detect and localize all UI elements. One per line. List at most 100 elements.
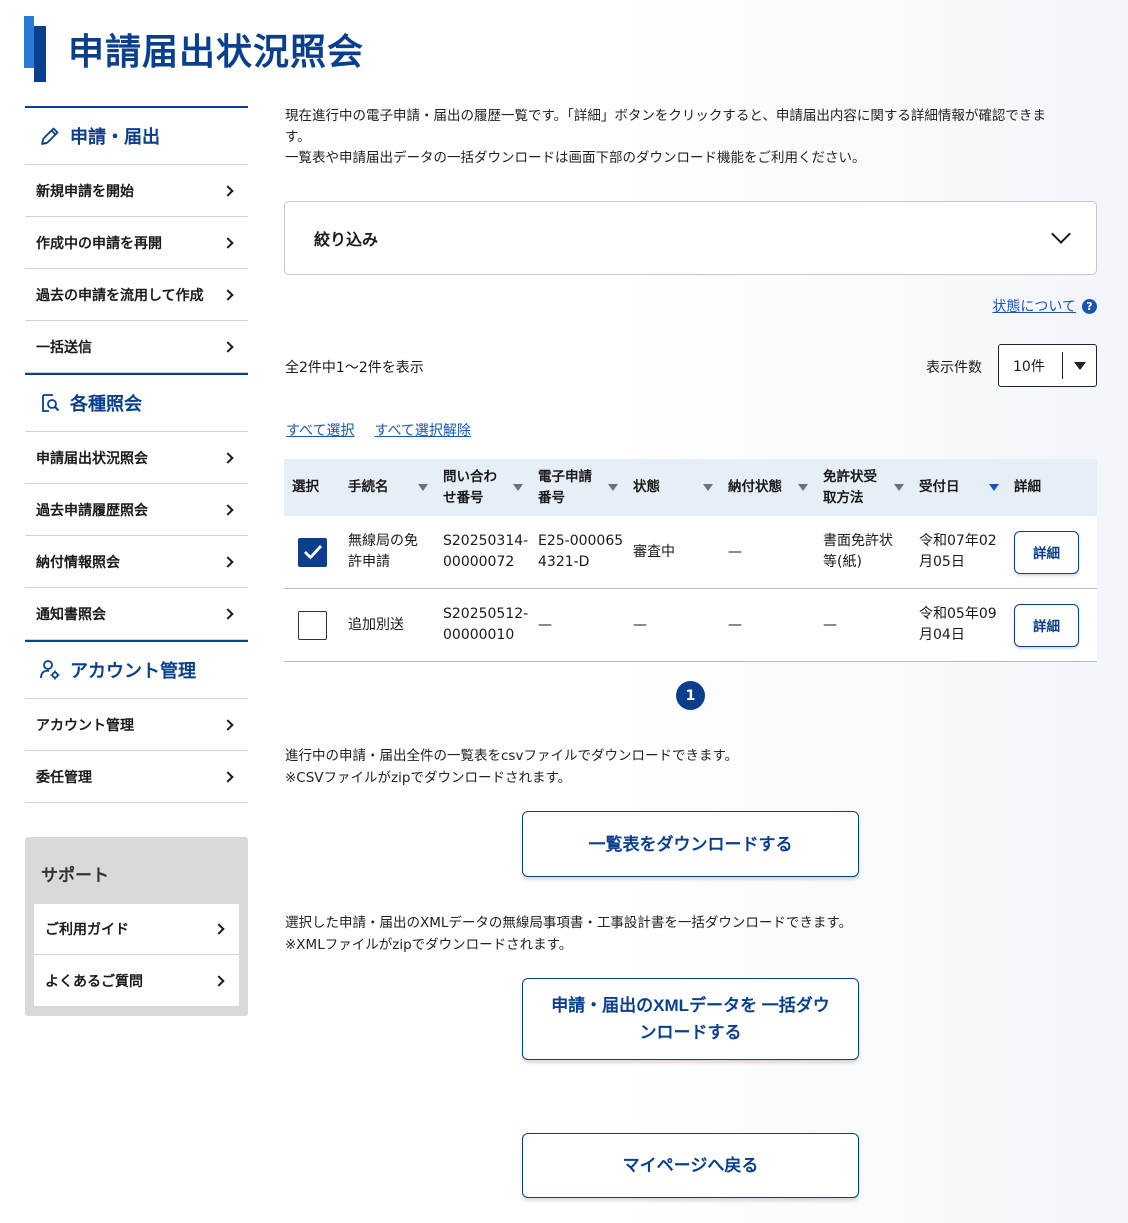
sidebar-item-notice-inquiry[interactable]: 通知書照会 — [25, 588, 248, 640]
sort-icon — [418, 484, 428, 491]
table-row: 追加別送 S20250512- 00000010 — — — — 令和05年09 月… — [284, 589, 1097, 662]
table-header: 選択 手続名 問い合わ せ番号 電子申請 番号 状態 納付状態 免許状受 取方法 受付… — [284, 459, 1097, 516]
column-header-application-number[interactable]: 電子申請 番号 — [531, 459, 626, 516]
csv-download-button[interactable]: 一覧表をダウンロードする — [522, 811, 859, 877]
sidebar-item-status-inquiry[interactable]: 申請届出状況照会 — [25, 432, 248, 484]
sidebar: 申請・届出 新規申請を開始 作成中の申請を再開 過去の申請を流用して作成 一括送… — [25, 106, 248, 803]
pencil-icon — [38, 124, 62, 148]
cell-payment: — — [728, 543, 742, 560]
deselect-all-link[interactable]: すべて選択解除 — [374, 420, 470, 440]
question-icon[interactable]: ? — [1082, 298, 1097, 314]
intro-text: 現在進行中の電子申請・届出の履歴一覧です。「詳細」ボタンをクリックすると、申請届… — [285, 108, 1046, 166]
csv-note: 進行中の申請・届出全件の一覧表をcsvファイルでダウンロードできます。 ※CSV… — [285, 748, 739, 786]
check-icon — [303, 545, 322, 560]
chevron-right-icon — [222, 718, 234, 731]
cell-inquiry-number: S20250512- 00000010 — [443, 606, 529, 643]
row-checkbox[interactable] — [298, 537, 327, 567]
chevron-right-icon — [222, 503, 234, 516]
user-gear-icon — [38, 658, 62, 682]
chevron-right-icon — [222, 236, 234, 249]
sidebar-item-payment-inquiry[interactable]: 納付情報照会 — [25, 536, 248, 588]
support-list: ご利用ガイド よくあるご質問 — [34, 904, 239, 1006]
cell-receive-method: — — [823, 616, 837, 633]
cell-procedure: 追加別送 — [348, 616, 404, 633]
sort-icon — [513, 484, 523, 491]
detail-button[interactable]: 詳細 — [1014, 603, 1079, 647]
sidebar-item-account-management[interactable]: アカウント管理 — [25, 699, 248, 751]
sidebar-item-resume-draft[interactable]: 作成中の申請を再開 — [25, 217, 248, 269]
cell-status: 審査中 — [633, 543, 675, 560]
chevron-right-icon — [222, 340, 234, 353]
sidebar-section-title: 各種照会 — [70, 394, 142, 415]
sidebar-item-delegation[interactable]: 委任管理 — [25, 751, 248, 803]
cell-date: 令和07年02 月05日 — [919, 533, 997, 570]
sidebar-section-title: アカウント管理 — [70, 661, 196, 682]
cell-application-number: E25-000065 4321-D — [538, 533, 624, 570]
filter-accordion[interactable]: 絞り込み — [284, 201, 1097, 275]
cell-payment: — — [728, 616, 742, 633]
column-header-select: 選択 — [292, 479, 319, 495]
column-header-receive-method[interactable]: 免許状受 取方法 — [816, 459, 912, 516]
cell-date: 令和05年09 月04日 — [919, 606, 997, 643]
pager-current-page[interactable]: 1 — [676, 681, 705, 710]
page-header: 申請届出状況照会 — [24, 16, 364, 82]
column-header-status[interactable]: 状態 — [626, 459, 721, 516]
filter-label: 絞り込み — [314, 230, 379, 249]
application-table: 選択 手続名 問い合わ せ番号 電子申請 番号 状態 納付状態 免許状受 取方法 受付… — [284, 459, 1097, 662]
chevron-down-icon — [1051, 224, 1071, 244]
detail-button[interactable]: 詳細 — [1014, 530, 1079, 574]
chevron-right-icon — [222, 451, 234, 464]
sidebar-item-history-inquiry[interactable]: 過去申請履歴照会 — [25, 484, 248, 536]
support-panel: サポート ご利用ガイド よくあるご質問 — [25, 837, 248, 1016]
cell-application-number: — — [538, 616, 552, 633]
cell-inquiry-number: S20250314- 00000072 — [443, 533, 529, 570]
perpage-select[interactable]: 10件 — [998, 344, 1097, 387]
sort-active-icon — [989, 484, 999, 491]
select-links: すべて選択 すべて選択解除 — [286, 420, 471, 440]
chevron-right-icon — [213, 974, 225, 987]
sidebar-item-new-application[interactable]: 新規申請を開始 — [25, 165, 248, 217]
chevron-right-icon — [222, 607, 234, 620]
perpage-label: 表示件数 — [926, 360, 982, 376]
perpage-value: 10件 — [1013, 358, 1045, 375]
column-header-payment[interactable]: 納付状態 — [721, 459, 816, 516]
back-to-mypage-button[interactable]: マイページへ戻る — [522, 1133, 859, 1198]
sidebar-section-inquiry: 各種照会 — [25, 373, 248, 432]
row-checkbox[interactable] — [298, 610, 327, 640]
title-accent-bar — [24, 16, 46, 82]
chevron-right-icon — [222, 184, 234, 197]
column-header-date[interactable]: 受付日 — [912, 459, 1007, 516]
chevron-right-icon — [222, 288, 234, 301]
caret-down-icon — [1073, 361, 1086, 370]
column-header-procedure[interactable]: 手続名 — [341, 459, 436, 516]
table-row: 無線局の免 許申請 S20250314- 00000072 E25-000065 43… — [284, 516, 1097, 589]
support-title: サポート — [41, 866, 109, 886]
document-search-icon — [38, 391, 62, 415]
sidebar-section-title: 申請・届出 — [70, 127, 160, 148]
status-about-link[interactable]: 状態について — [992, 296, 1076, 316]
cell-procedure: 無線局の免 許申請 — [348, 533, 418, 570]
support-item-faq[interactable]: よくあるご質問 — [34, 955, 239, 1006]
status-help: 状態について ? — [992, 296, 1097, 316]
select-all-link[interactable]: すべて選択 — [286, 420, 354, 440]
chevron-right-icon — [222, 555, 234, 568]
xml-download-button[interactable]: 申請・届出のXMLデータを 一括ダウ ンロードする — [522, 978, 859, 1060]
support-item-guide[interactable]: ご利用ガイド — [34, 904, 239, 955]
page-title: 申請届出状況照会 — [68, 32, 365, 73]
chevron-right-icon — [213, 923, 225, 935]
cell-receive-method: 書面免許状 等(紙) — [823, 533, 893, 570]
sort-icon — [798, 484, 808, 491]
cell-status: — — [633, 616, 647, 633]
sidebar-item-bulk-send[interactable]: 一括送信 — [25, 321, 248, 373]
xml-note: 選択した申請・届出のXMLデータの無線局事項書・工事設計書を一括ダウンロードでき… — [285, 915, 853, 953]
sidebar-section-application: 申請・届出 — [25, 106, 248, 165]
sidebar-item-reuse-past[interactable]: 過去の申請を流用して作成 — [25, 269, 248, 321]
sort-icon — [894, 484, 904, 491]
column-header-detail: 詳細 — [1014, 479, 1041, 495]
chevron-right-icon — [222, 770, 234, 783]
column-header-inquiry-number[interactable]: 問い合わ せ番号 — [436, 459, 531, 516]
sort-icon — [608, 484, 618, 491]
sidebar-section-account: アカウント管理 — [25, 640, 248, 699]
sort-icon — [703, 484, 713, 491]
result-count: 全2件中1〜2件を表示 — [285, 360, 424, 376]
